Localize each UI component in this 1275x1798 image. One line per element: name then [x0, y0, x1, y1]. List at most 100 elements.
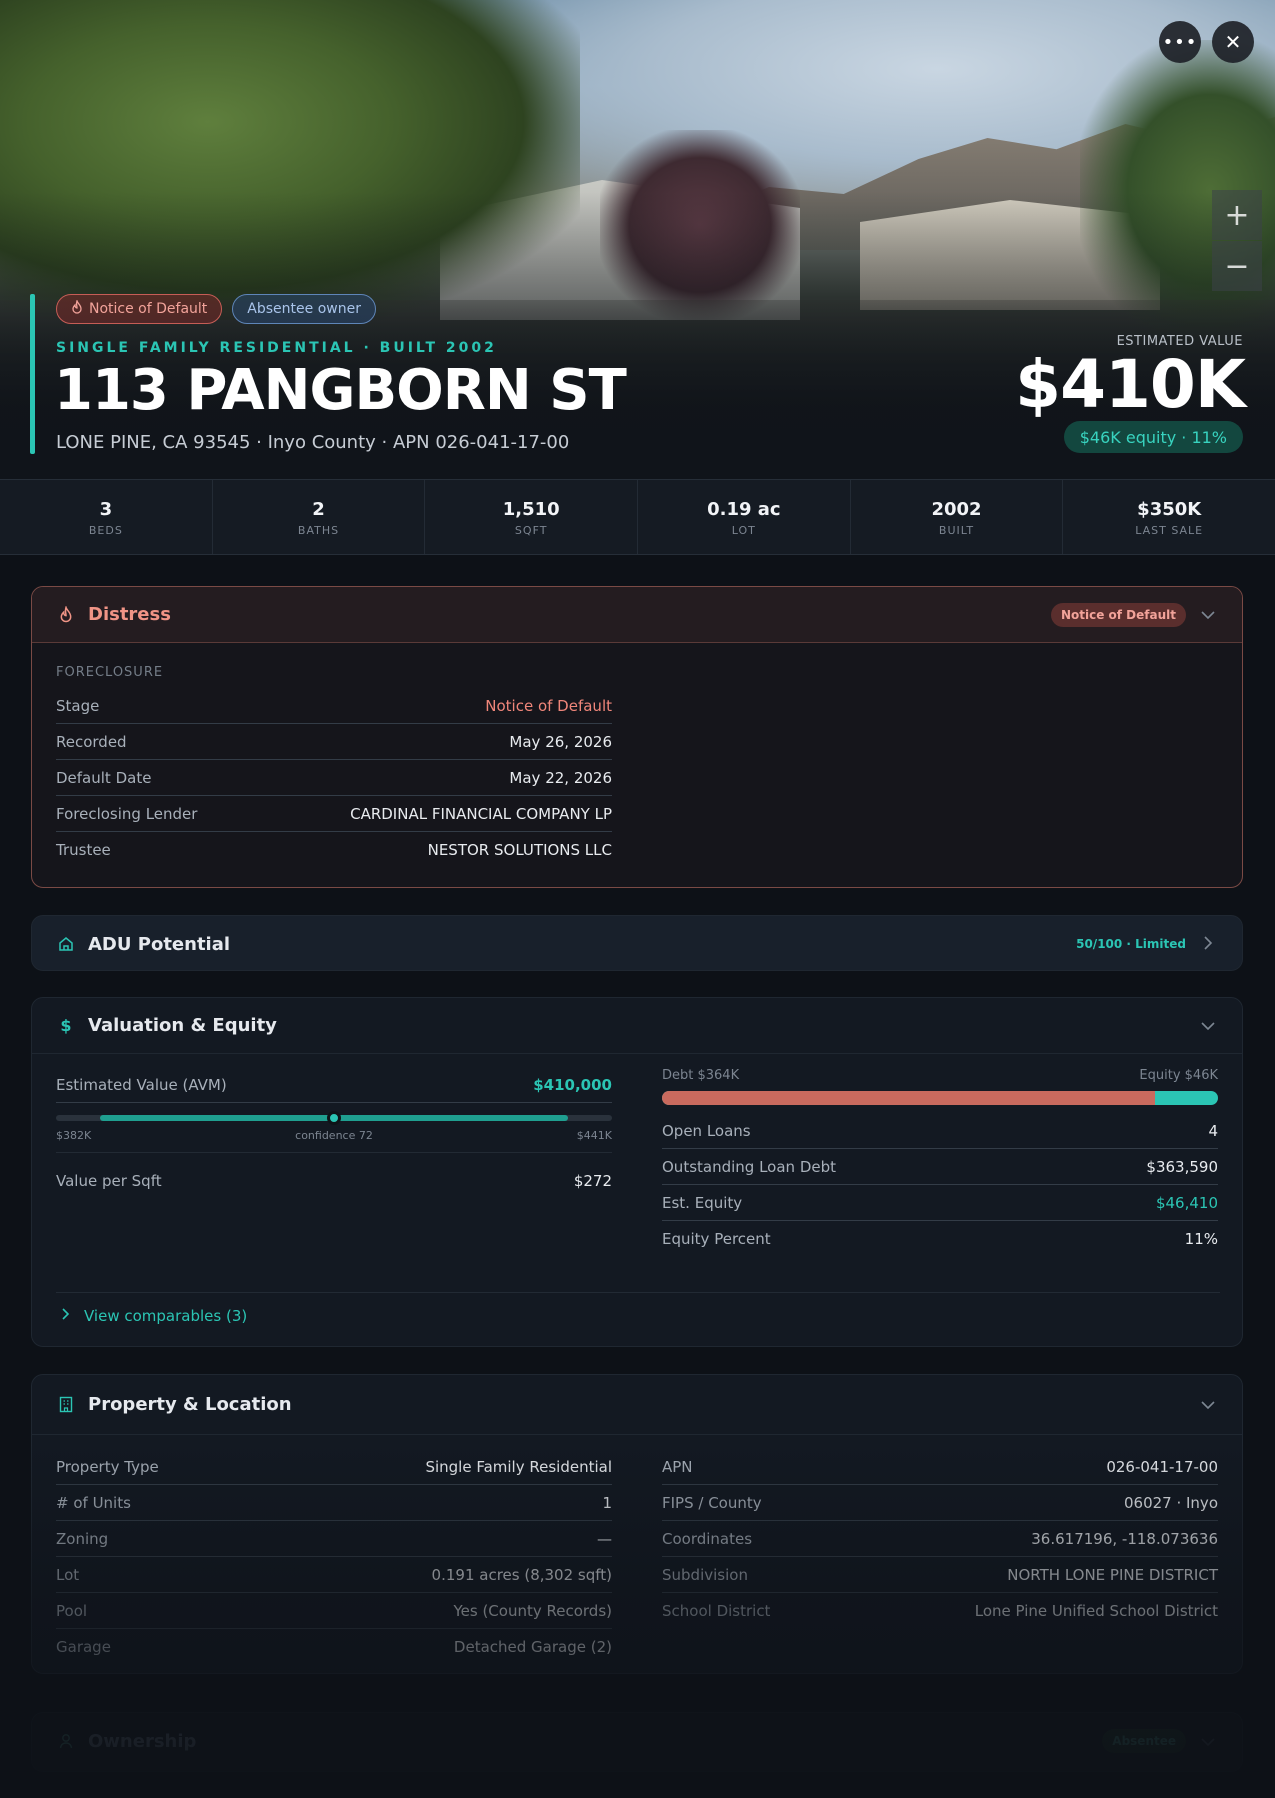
range-high: $441K [576, 1129, 612, 1142]
row-key: School District [662, 1602, 771, 1620]
detail-row: APN 026-041-17-00 [662, 1449, 1218, 1485]
more-icon: ••• [1162, 31, 1198, 53]
stat-value: 2 [312, 499, 325, 520]
stat-label: LAST SALE [1135, 524, 1204, 537]
detail-row: Pool Yes (County Records) [56, 1593, 612, 1629]
row-key: Open Loans [662, 1121, 751, 1140]
flame-icon [71, 298, 83, 318]
property-right-column: APN 026-041-17-00 FIPS / County 06027 · … [662, 1449, 1218, 1629]
valuation-header[interactable]: $ Valuation & Equity [32, 998, 1242, 1054]
confidence-label: confidence 72 [295, 1129, 373, 1142]
row-value: $272 [573, 1172, 612, 1190]
property-address: 113 PANGBORN ST [54, 358, 627, 423]
row-key: Coordinates [662, 1529, 753, 1548]
property-left-column: Property Type Single Family Residential … [56, 1449, 612, 1665]
debt-fill [662, 1091, 1156, 1105]
row-value: May 26, 2026 [509, 732, 612, 751]
absentee-owner-badge: Absentee owner [232, 294, 376, 324]
detail-row: Garage Detached Garage (2) [56, 1629, 612, 1665]
distress-title: Distress [88, 604, 171, 625]
row-key: Property Type [56, 1457, 159, 1476]
stat-last-sale: $350K LAST SALE [1063, 480, 1275, 554]
row-key: # of Units [56, 1493, 131, 1512]
value-per-sqft-row: Value per Sqft $272 [56, 1163, 612, 1199]
chevron-right-icon[interactable] [1198, 935, 1218, 954]
zoom-out-button[interactable]: − [1212, 241, 1262, 291]
detail-row: Equity Percent 11% [662, 1221, 1218, 1257]
chevron-down-icon[interactable] [1198, 1395, 1218, 1414]
hero-image: ••• ✕ + − Notice of Default Absentee own… [0, 0, 1275, 479]
stats-bar: 3 BEDS 2 BATHS 1,510 SQFT 0.19 ac LOT 20… [0, 479, 1275, 555]
distress-card: Distress Notice of Default FORECLOSURE S… [31, 586, 1243, 888]
ownership-header[interactable]: Ownership Absentee [32, 1713, 1242, 1769]
hero-badges: Notice of Default Absentee owner [56, 294, 376, 324]
ownership-title: Ownership [88, 1730, 197, 1752]
adu-header[interactable]: ADU Potential 50/100 · Limited [32, 916, 1242, 970]
stat-label: BUILT [938, 524, 975, 537]
detail-row: Property Type Single Family Residential [56, 1449, 612, 1485]
chevron-down-icon[interactable] [1198, 1016, 1218, 1035]
detail-row: Outstanding Loan Debt $363,590 [662, 1149, 1218, 1185]
range-low: $382K [56, 1129, 92, 1142]
stat-baths: 2 BATHS [213, 480, 426, 554]
estimated-value: $410K [1015, 346, 1246, 423]
plus-icon: + [1224, 197, 1250, 233]
row-key: APN [662, 1457, 693, 1476]
row-key: Garage [56, 1638, 111, 1656]
detail-row: Est. Equity $46,410 [662, 1185, 1218, 1221]
person-icon [56, 1731, 76, 1751]
distress-status-badge: Notice of Default [1050, 602, 1186, 627]
stat-beds: 3 BEDS [0, 480, 213, 554]
stat-label: LOT [731, 524, 756, 537]
row-key: Trustee [56, 841, 111, 859]
stat-label: SQFT [514, 524, 548, 537]
detail-row: Recorded May 26, 2026 [56, 724, 612, 760]
chevron-down-icon[interactable] [1198, 605, 1218, 624]
row-value: 36.617196, -118.073636 [1031, 1529, 1218, 1548]
row-value: Lone Pine Unified School District [974, 1602, 1218, 1620]
row-value: May 22, 2026 [509, 768, 612, 787]
row-value: $46,410 [1155, 1193, 1218, 1212]
stat-value: $350K [1137, 499, 1202, 520]
ownership-status-badge: Absentee [1102, 1729, 1186, 1753]
more-options-button[interactable]: ••• [1159, 21, 1201, 63]
property-header[interactable]: Property & Location [32, 1375, 1242, 1435]
row-key: FIPS / County [662, 1493, 762, 1512]
distress-header[interactable]: Distress Notice of Default [32, 587, 1242, 643]
avm-range-marker [327, 1111, 341, 1125]
stat-value: 0.19 ac [707, 499, 781, 520]
flame-icon [56, 605, 76, 625]
row-key: Recorded [56, 732, 127, 751]
close-button[interactable]: ✕ [1212, 21, 1254, 63]
valuation-left-column: Estimated Value (AVM) $410,000 $382K con… [56, 1076, 612, 1199]
stat-value: 3 [99, 499, 113, 520]
stat-built: 2002 BUILT [851, 480, 1064, 554]
row-value: $363,590 [1146, 1157, 1218, 1176]
stat-sqft: 1,510 SQFT [425, 480, 639, 554]
row-value: 11% [1184, 1230, 1218, 1248]
dollar-icon: $ [60, 1016, 72, 1035]
detail-row: Open Loans 4 [662, 1113, 1218, 1149]
valuation-right-column: Debt $364K Equity $46K Open Loans 4 Outs… [662, 1068, 1218, 1257]
property-title: Property & Location [88, 1394, 292, 1415]
detail-row: School District Lone Pine Unified School… [662, 1593, 1218, 1629]
adu-score: 50/100 · Limited [1076, 937, 1186, 951]
ownership-card[interactable]: Ownership Absentee [31, 1712, 1243, 1772]
row-value: 1 [602, 1493, 612, 1512]
adu-title: ADU Potential [88, 933, 231, 955]
view-comparables-link[interactable]: View comparables (3) [56, 1292, 1220, 1325]
adu-potential-card[interactable]: ADU Potential 50/100 · Limited [31, 915, 1243, 971]
row-key: Outstanding Loan Debt [662, 1157, 836, 1176]
row-value: 4 [1208, 1121, 1218, 1140]
detail-row: Subdivision NORTH LONE PINE DISTRICT [662, 1557, 1218, 1593]
detail-row: Lot 0.191 acres (8,302 sqft) [56, 1557, 612, 1593]
row-key: Equity Percent [662, 1230, 771, 1248]
row-key: Est. Equity [662, 1193, 743, 1212]
home-icon [56, 934, 76, 954]
badge-label: Notice of Default [89, 301, 208, 317]
debt-equity-bar [662, 1091, 1218, 1105]
stat-value: 1,510 [502, 499, 560, 520]
chevron-down-icon[interactable] [1198, 1732, 1218, 1751]
row-value: CARDINAL FINANCIAL COMPANY LP [350, 804, 612, 823]
zoom-in-button[interactable]: + [1212, 190, 1262, 240]
